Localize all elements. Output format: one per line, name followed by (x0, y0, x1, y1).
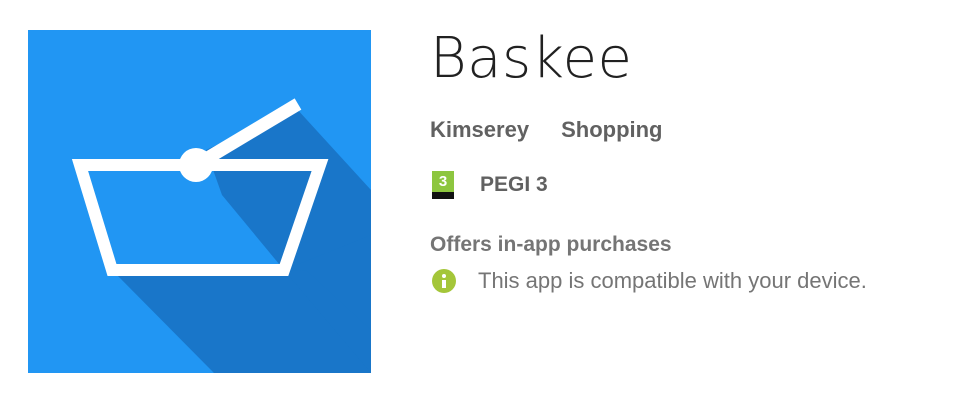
app-meta: Kimserey Shopping (430, 116, 663, 144)
category-link[interactable]: Shopping (561, 117, 662, 143)
info-icon (432, 269, 456, 293)
pegi-rating-number: 3 (432, 171, 454, 192)
shopping-basket-icon (71, 98, 371, 373)
pegi-rating-icon: 3 (432, 171, 454, 199)
app-icon (28, 30, 371, 373)
in-app-purchases-label: Offers in-app purchases (430, 233, 672, 256)
developer-link[interactable]: Kimserey (430, 117, 529, 143)
pegi-rating-foot (432, 192, 454, 199)
compatibility-notice: This app is compatible with your device. (432, 266, 867, 296)
app-title: Baskee (430, 26, 633, 91)
content-rating: 3 PEGI 3 (432, 170, 548, 200)
rating-label: PEGI 3 (480, 173, 548, 196)
compatibility-text: This app is compatible with your device. (478, 268, 867, 293)
